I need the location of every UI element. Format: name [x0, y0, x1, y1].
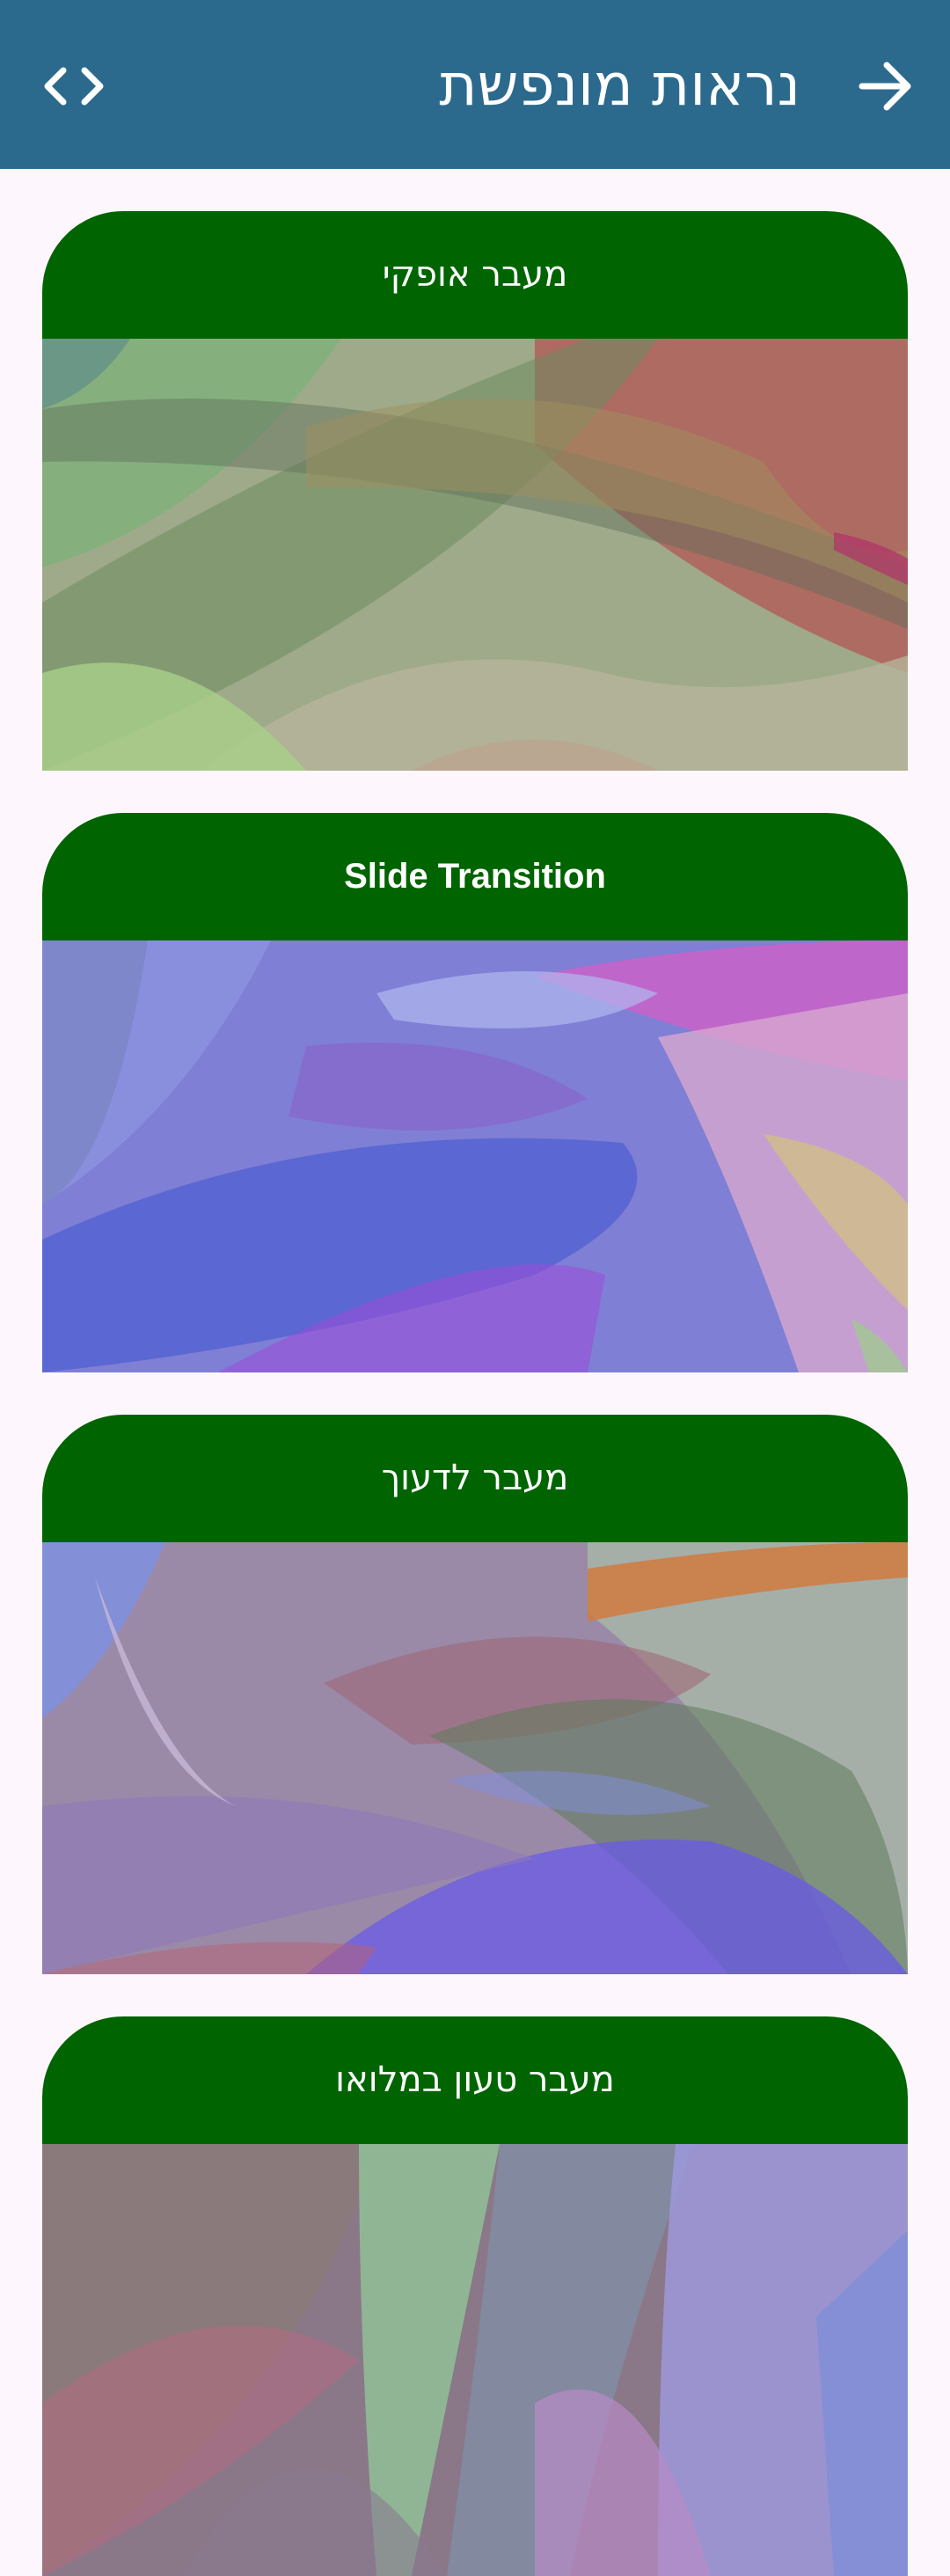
transition-card-slide[interactable]: Slide Transition	[42, 813, 908, 1372]
abstract-wave-image-mixed	[42, 2144, 908, 2576]
abstract-wave-image-blue-purple	[42, 940, 908, 1372]
transition-card-fade[interactable]: מעבר לדעוך	[42, 1415, 908, 1974]
transition-card-full[interactable]: מעבר טעון במלואו	[42, 2016, 908, 2576]
card-title: מעבר לדעוך	[42, 1415, 908, 1542]
abstract-wave-image-purple-grey	[42, 1542, 908, 1974]
card-title: Slide Transition	[42, 813, 908, 940]
app-bar: נראות מונפשת	[0, 0, 950, 169]
abstract-wave-image-green-red	[42, 339, 908, 771]
arrow-forward-icon[interactable]	[851, 53, 918, 120]
card-title: מעבר אופקי	[42, 211, 908, 339]
page-title: נראות מונפשת	[439, 51, 800, 119]
code-brackets-icon[interactable]	[40, 55, 107, 118]
card-title: מעבר טעון במלואו	[42, 2016, 908, 2144]
transition-card-horizontal[interactable]: מעבר אופקי	[42, 211, 908, 771]
